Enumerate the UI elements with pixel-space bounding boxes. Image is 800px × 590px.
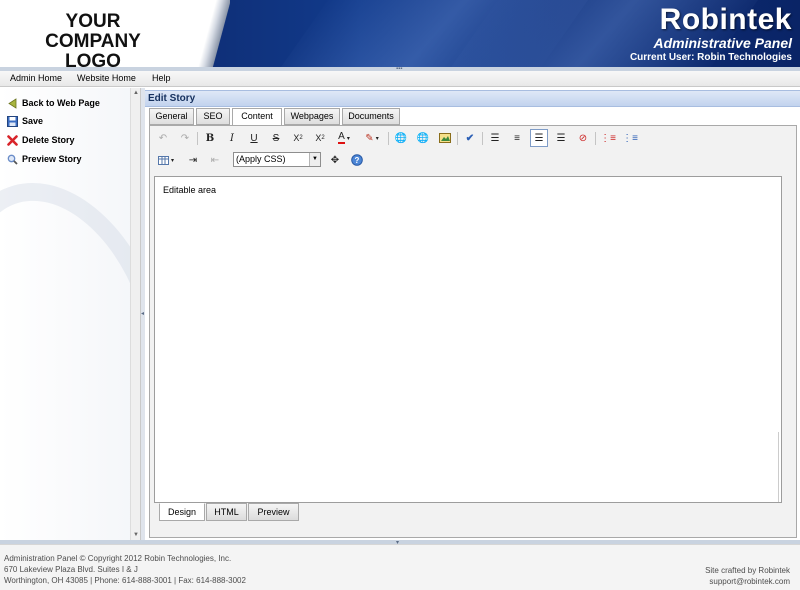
company-logo: YOUR COMPANY LOGO [0, 0, 200, 67]
editable-area[interactable]: Editable area [154, 176, 782, 503]
align-left-icon[interactable]: ☰ [530, 129, 548, 147]
apply-css-select[interactable]: (Apply CSS) ▼ [233, 152, 321, 167]
bulleted-list-icon[interactable]: ⋮≡ [621, 129, 639, 147]
svg-text:?: ? [355, 156, 360, 165]
italic-icon[interactable]: I [223, 129, 241, 147]
sidebar-item-preview-story[interactable]: Preview Story [6, 152, 82, 166]
footer-copyright: Administration Panel © Copyright 2012 Ro… [4, 554, 232, 563]
strikethrough-icon[interactable]: S [267, 129, 285, 147]
mode-tab-html[interactable]: HTML [206, 503, 247, 521]
sidebar-item-label: Delete Story [22, 135, 75, 145]
spellcheck-icon[interactable]: ✔ [461, 129, 479, 147]
highlight-color-icon[interactable]: ✎ ▾ [359, 129, 385, 147]
menu-admin-home[interactable]: Admin Home [10, 73, 62, 83]
brand-name: Robintek [659, 3, 792, 36]
floppy-disk-icon [6, 115, 18, 127]
remove-link-icon[interactable]: 🌐 [414, 129, 432, 147]
logo-line-2: COMPANY LOGO [45, 31, 141, 68]
editor-scrollbar[interactable] [778, 432, 781, 502]
redo-icon[interactable]: ↷ [176, 129, 194, 147]
tab-documents[interactable]: Documents [342, 108, 400, 125]
align-right-icon[interactable]: ☰ [552, 129, 570, 147]
editor-content[interactable]: Editable area [163, 185, 216, 195]
sidebar: Back to Web Page Save Delete Story Previ… [0, 88, 141, 540]
watermark-decoration [0, 152, 140, 504]
editor-toolbar-row-1: ↶ ↷ B I U S X2 X2 A ▾ ✎ ▾ 🌐 🌐 ✔ ☰ ≡ ☰ ☰ ⊘ [152, 129, 792, 149]
edit-story-panel: Edit Story General SEO Content Webpages … [145, 88, 800, 540]
panel-title: Edit Story [145, 90, 800, 107]
bold-icon[interactable]: B [201, 129, 219, 147]
footer-contact: Worthington, OH 43085 | Phone: 614-888-3… [4, 576, 246, 585]
content-tab-body: ↶ ↷ B I U S X2 X2 A ▾ ✎ ▾ 🌐 🌐 ✔ ☰ ≡ ☰ ☰ ⊘ [149, 125, 797, 538]
footer-credit: Site crafted by Robintek [705, 566, 790, 575]
indent-icon[interactable]: ⇥ [184, 151, 202, 169]
tab-seo[interactable]: SEO [196, 108, 230, 125]
sidebar-item-back[interactable]: Back to Web Page [6, 96, 100, 110]
sidebar-item-label: Back to Web Page [22, 98, 100, 108]
tab-content[interactable]: Content [232, 108, 282, 126]
sidebar-item-label: Preview Story [22, 154, 82, 164]
grip-icon: ◂ [141, 311, 145, 317]
superscript-icon[interactable]: X2 [311, 129, 329, 147]
sidebar-item-delete-story[interactable]: Delete Story [6, 133, 75, 147]
numbered-list-icon[interactable]: ⋮≡ [599, 129, 617, 147]
arrow-left-icon [6, 97, 18, 109]
brand-block: Robintek Administrative Panel Current Us… [630, 4, 792, 64]
scroll-down-icon[interactable]: ▼ [133, 532, 139, 538]
magnifier-icon [6, 153, 18, 165]
menu-bar: Admin Home Website Home Help [0, 71, 800, 87]
chevron-down-icon: ▼ [309, 153, 320, 166]
insert-image-icon[interactable] [436, 129, 454, 147]
red-x-icon [6, 134, 18, 146]
mode-tab-design[interactable]: Design [159, 503, 205, 521]
font-color-icon[interactable]: A ▾ [333, 129, 355, 147]
brand-subtitle: Administrative Panel [653, 35, 793, 51]
menu-help[interactable]: Help [152, 73, 171, 83]
sidebar-item-label: Save [22, 116, 44, 126]
footer-email[interactable]: support@robintek.com [705, 576, 790, 587]
underline-icon[interactable]: U [245, 129, 263, 147]
move-element-icon[interactable]: ✥ [326, 151, 344, 169]
current-user: Current User: Robin Technologies [629, 52, 792, 63]
sidebar-scrollbar[interactable]: ▲ ▼ [130, 88, 140, 540]
menu-website-home[interactable]: Website Home [77, 73, 136, 83]
tab-general[interactable]: General [149, 108, 194, 125]
editor-toolbar-row-2: ▾ ⇥ ⇤ (Apply CSS) ▼ ✥ ? [152, 151, 792, 171]
outdent-icon[interactable]: ⇤ [206, 151, 224, 169]
mode-tab-preview[interactable]: Preview [248, 503, 299, 521]
header-banner: YOUR COMPANY LOGO Robintek Administrativ… [0, 0, 800, 67]
page-curl-decoration [190, 0, 230, 67]
undo-icon[interactable]: ↶ [154, 129, 172, 147]
align-justify-icon[interactable]: ≡ [508, 129, 526, 147]
insert-table-icon[interactable]: ▾ [154, 151, 178, 169]
format-stripper-icon[interactable]: ⊘ [574, 129, 592, 147]
logo-line-1: YOUR [65, 11, 121, 32]
subscript-icon[interactable]: X2 [289, 129, 307, 147]
align-center-icon[interactable]: ☰ [486, 129, 504, 147]
insert-link-icon[interactable]: 🌐 [392, 129, 410, 147]
tab-webpages[interactable]: Webpages [284, 108, 340, 125]
sidebar-item-save[interactable]: Save [6, 114, 43, 128]
scroll-up-icon[interactable]: ▲ [133, 90, 139, 96]
help-icon[interactable]: ? [348, 151, 366, 169]
footer-address: 670 Lakeview Plaza Blvd. Suites I & J [4, 565, 138, 574]
footer: Administration Panel © Copyright 2012 Ro… [0, 544, 800, 590]
